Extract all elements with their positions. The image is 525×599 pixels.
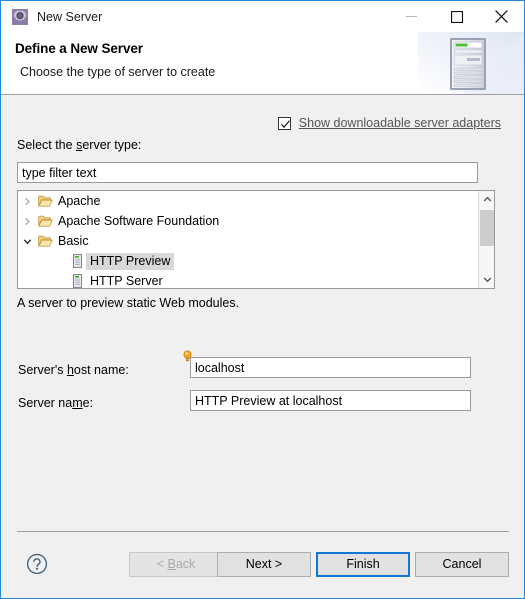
server-type-description: A server to preview static Web modules. — [17, 296, 240, 310]
server-type-tree[interactable]: Apache Apache Software Foundation Basic … — [17, 190, 495, 289]
label-part-prefix: Server na — [18, 396, 73, 410]
back-label-suffix: ack — [175, 557, 196, 571]
minimize-button[interactable] — [389, 1, 434, 32]
dialog-header: Define a New Server Choose the type of s… — [1, 32, 524, 94]
server-icon — [68, 274, 86, 288]
chevron-down-icon[interactable] — [18, 237, 36, 246]
select-server-type-label: Select the server type: — [17, 138, 141, 152]
server-name-label: Server name: — [18, 396, 93, 410]
tree-item-label: Apache Software Foundation — [58, 213, 220, 228]
back-button[interactable]: < Back — [129, 552, 223, 577]
folder-icon — [36, 195, 54, 208]
label-part-suffix: ost name: — [73, 363, 129, 377]
finish-button[interactable]: Finish — [316, 552, 410, 577]
help-icon — [26, 553, 48, 575]
cancel-button[interactable]: Cancel — [415, 552, 509, 577]
server-name-input[interactable] — [190, 390, 471, 411]
server-type-filter-input[interactable] — [17, 162, 478, 183]
tree-scrollbar[interactable] — [478, 191, 494, 288]
label-part-suffix: e: — [82, 396, 94, 410]
chevron-right-icon[interactable] — [18, 217, 36, 226]
host-name-input[interactable] — [190, 357, 471, 378]
next-button[interactable]: Next > — [217, 552, 311, 577]
scrollbar-thumb[interactable] — [480, 210, 494, 246]
label-part-prefix: Select the — [17, 138, 77, 152]
maximize-icon — [450, 10, 463, 23]
title-bar: New Server — [1, 1, 524, 32]
label-part-prefix: Server's — [18, 363, 67, 377]
window-controls — [389, 1, 524, 32]
server-type-tree-rows: Apache Apache Software Foundation Basic … — [18, 191, 478, 288]
close-icon — [495, 10, 508, 23]
checkmark-icon — [280, 119, 290, 128]
header-banner — [418, 32, 524, 94]
page-subtitle: Choose the type of server to create — [20, 65, 216, 79]
chevron-up-icon — [483, 196, 491, 202]
label-mnemonic: m — [72, 396, 83, 410]
scroll-down-button[interactable] — [479, 271, 494, 288]
show-downloadable-adapters-checkbox[interactable] — [277, 116, 291, 130]
window-title: New Server — [37, 9, 103, 24]
help-button[interactable] — [26, 553, 48, 575]
page-title: Define a New Server — [15, 41, 143, 56]
folder-icon — [36, 215, 54, 228]
chevron-right-icon[interactable] — [18, 197, 36, 206]
back-label-prefix: < — [156, 557, 168, 571]
tree-item-basic[interactable]: Basic — [18, 231, 478, 251]
minimize-icon — [406, 16, 417, 17]
server-tower-icon — [418, 32, 524, 94]
close-button[interactable] — [479, 1, 524, 32]
tree-item-http-server[interactable]: HTTP Server — [18, 271, 478, 288]
new-server-dialog: New Server Define a New Server Choose th… — [0, 0, 525, 599]
gear-icon — [12, 8, 28, 25]
tree-item-label: Apache — [58, 193, 101, 208]
show-downloadable-adapters-label[interactable]: Show downloadable server adapters — [299, 116, 501, 130]
scroll-up-button[interactable] — [479, 191, 494, 208]
label-part-suffix: erver type: — [82, 138, 142, 152]
host-name-label: Server's host name: — [18, 363, 129, 377]
dialog-footer: < Back Next > Finish Cancel — [1, 532, 524, 598]
maximize-button[interactable] — [434, 1, 479, 32]
dialog-body: Show downloadable server adapters Select… — [1, 95, 524, 531]
tree-item-label: HTTP Server — [90, 273, 163, 288]
folder-icon — [36, 235, 54, 248]
chevron-down-icon — [483, 277, 491, 283]
server-icon — [68, 254, 86, 268]
show-downloadable-adapters-row[interactable]: Show downloadable server adapters — [277, 116, 501, 130]
tree-item-apache-software-foundation[interactable]: Apache Software Foundation — [18, 211, 478, 231]
label-mnemonic: h — [66, 363, 74, 377]
tree-item-label: Basic — [58, 233, 89, 248]
tree-item-apache[interactable]: Apache — [18, 191, 478, 211]
tree-item-http-preview[interactable]: HTTP Preview — [18, 251, 478, 271]
back-label-mnemonic: B — [167, 557, 176, 571]
tree-item-label: HTTP Preview — [86, 252, 175, 270]
